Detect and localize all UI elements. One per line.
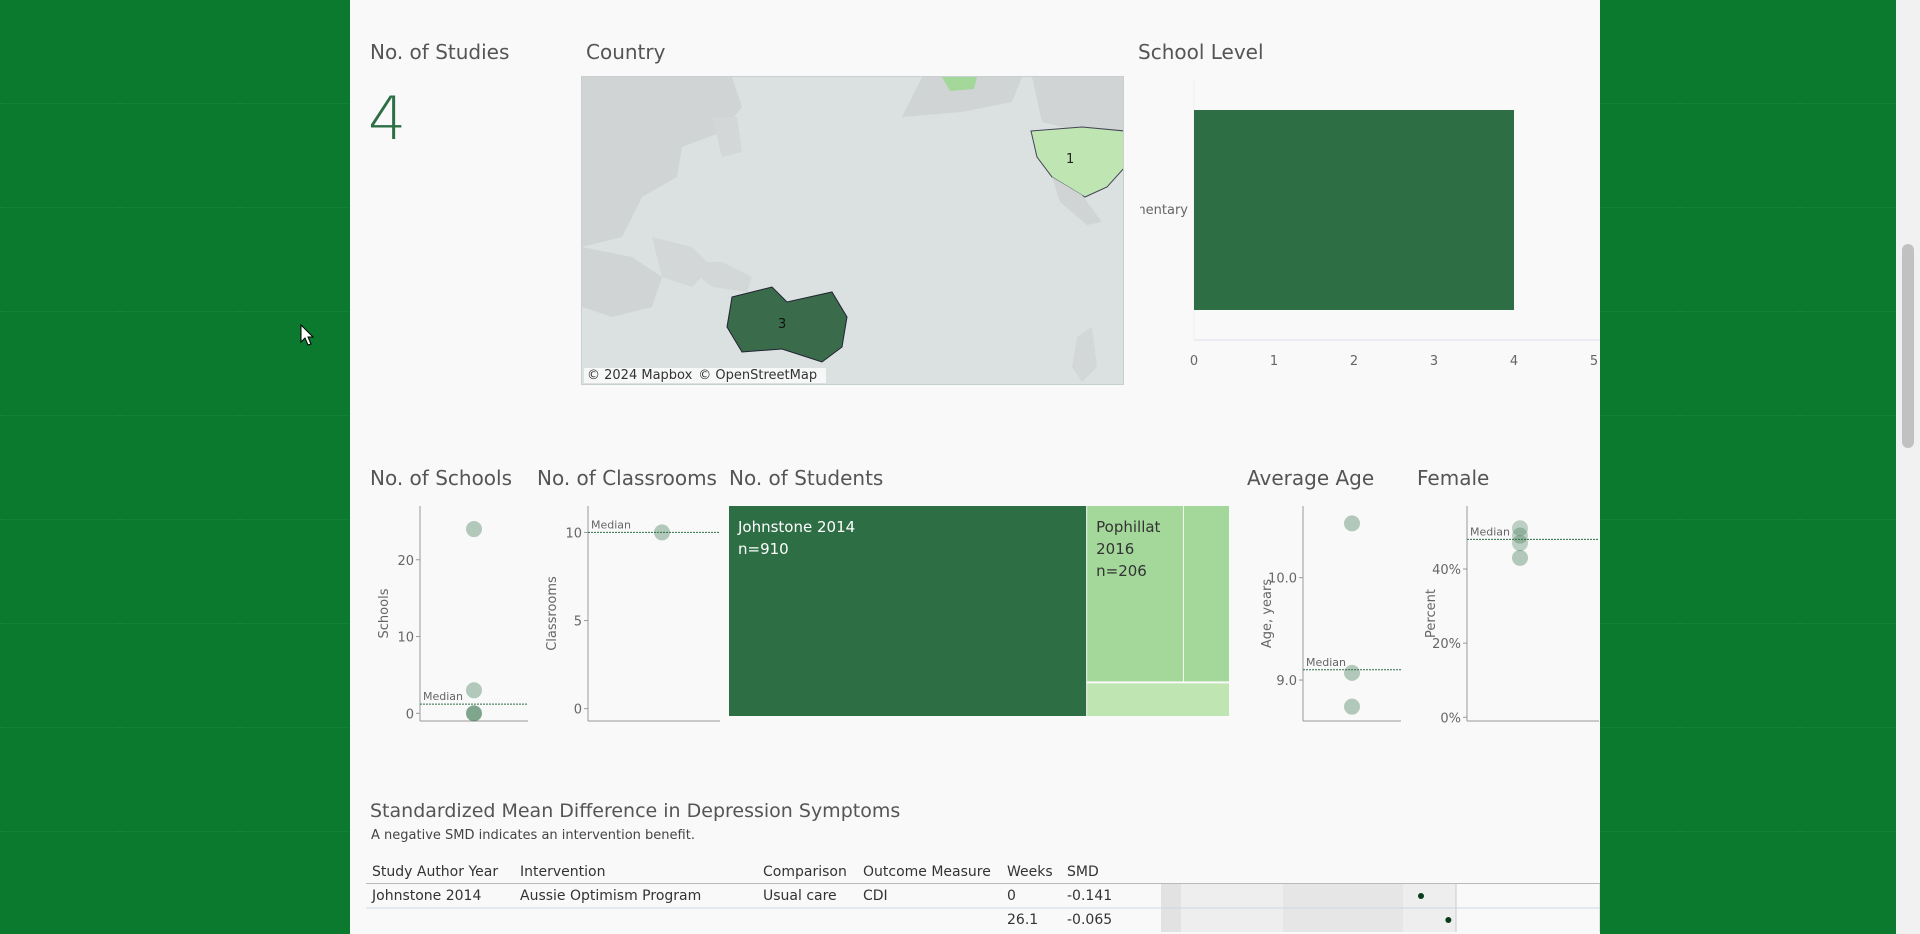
new-zealand-land [1072, 327, 1097, 382]
y-tick-label: 40% [1432, 563, 1461, 578]
age-title: Average Age [1247, 466, 1375, 490]
school-level-title: School Level [1138, 40, 1264, 64]
data-point [1512, 535, 1528, 552]
smd-title: Standardized Mean Difference in Depressi… [370, 800, 901, 822]
mapbox-attribution[interactable]: © 2024 Mapbox [587, 368, 692, 383]
x-tick-label: 2 [1350, 354, 1358, 369]
treemap-cell [729, 506, 1087, 716]
dashboard-panel: No. of Studies 4 Country 1 3 © 2024 Mapb… [350, 0, 1600, 934]
y-tick-label: 0% [1440, 711, 1461, 726]
y-tick-label: 5 [574, 615, 582, 630]
data-point [466, 682, 482, 699]
classrooms-title: No. of Classrooms [537, 466, 717, 490]
x-tick-label: 1 [1270, 354, 1278, 369]
data-point [1512, 549, 1528, 566]
col-study[interactable]: Study Author Year [372, 864, 498, 880]
map-attribution[interactable]: © 2024 Mapbox © OpenStreetMap [584, 368, 827, 383]
x-tick-label: 4 [1510, 354, 1518, 369]
col-smd[interactable]: SMD [1067, 864, 1099, 880]
age-chart[interactable]: 10.09.0Age, yearsMedian [1243, 496, 1403, 726]
y-tick-label: 10 [397, 631, 414, 646]
median-label: Median [423, 690, 463, 703]
treemap-label: Pophillat [1096, 518, 1160, 536]
data-point [466, 705, 482, 722]
smd-subtitle: A negative SMD indicates an intervention… [371, 828, 695, 843]
y-tick-label: 9.0 [1276, 674, 1297, 689]
y-axis-label: Age, years [1260, 579, 1275, 648]
female-chart[interactable]: 40% 20% 0% Percent Median [1413, 496, 1600, 726]
y-tick-label: 0 [406, 707, 414, 722]
median-label: Median [591, 518, 631, 531]
col-outcome[interactable]: Outcome Measure [863, 864, 991, 880]
page-scrollbar[interactable] [1896, 0, 1920, 934]
data-point [654, 524, 670, 541]
treemap-cell [1087, 683, 1229, 716]
osm-attribution[interactable]: © OpenStreetMap [698, 368, 817, 383]
schools-chart[interactable]: 20 10 0 Schools Median [360, 496, 530, 726]
median-label: Median [1470, 525, 1510, 538]
x-tick-label: 3 [1430, 354, 1438, 369]
treemap-label: n=910 [738, 540, 789, 558]
usa-count-label: 1 [1066, 152, 1074, 167]
country-title: Country [586, 40, 666, 64]
col-intervention[interactable]: Intervention [520, 864, 605, 880]
students-title: No. of Students [729, 466, 884, 490]
smd-point [1418, 893, 1424, 899]
forest-plot [366, 884, 1600, 932]
studies-title: No. of Studies [370, 40, 510, 64]
y-tick-label: 20% [1432, 637, 1461, 652]
y-axis-label: Schools [377, 588, 392, 638]
treemap-label: n=206 [1096, 562, 1147, 580]
treemap-label: 2016 [1096, 540, 1134, 558]
scrollbar-thumb[interactable] [1902, 244, 1914, 448]
col-weeks[interactable]: Weeks [1007, 864, 1053, 880]
students-treemap[interactable]: Johnstone 2014 n=910 Pophillat 2016 n=206 [729, 506, 1229, 718]
x-tick-label: 0 [1190, 354, 1198, 369]
treemap-cell [1183, 506, 1229, 682]
japan-land [712, 117, 742, 157]
y-tick-label: 10 [565, 526, 582, 541]
data-point [1344, 664, 1360, 681]
category-label: Elementary [1140, 203, 1188, 218]
usa-region[interactable] [1030, 126, 1124, 198]
school-level-chart[interactable]: Elementary 0 1 2 3 4 5 [1140, 70, 1600, 380]
data-point [466, 521, 482, 538]
smd-header-row: Study Author Year Intervention Compariso… [366, 862, 1600, 884]
y-axis-label: Classrooms [545, 576, 560, 651]
smd-point [1445, 917, 1452, 923]
asia-south-land [582, 247, 662, 317]
col-comparison[interactable]: Comparison [763, 864, 847, 880]
y-tick-label: 0 [574, 703, 582, 718]
australia-region[interactable] [726, 286, 848, 363]
classrooms-chart[interactable]: 10 5 0 Classrooms Median [532, 496, 722, 726]
australia-count-label: 3 [778, 317, 786, 332]
data-point [1344, 515, 1360, 532]
studies-count: 4 [368, 84, 407, 154]
female-title: Female [1417, 466, 1490, 490]
y-tick-label: 20 [397, 554, 414, 569]
asia-land [582, 77, 742, 247]
country-map[interactable]: 1 3 © 2024 Mapbox © OpenStreetMap [581, 76, 1124, 385]
x-tick-label: 5 [1590, 354, 1598, 369]
treemap-label: Johnstone 2014 [737, 518, 855, 536]
mouse-cursor-icon [300, 324, 315, 346]
map-shapes: 1 3 [582, 77, 1124, 382]
y-axis-label: Percent [1424, 589, 1439, 638]
bar [1194, 110, 1514, 310]
schools-title: No. of Schools [370, 466, 513, 490]
data-point [1344, 698, 1360, 715]
median-label: Median [1306, 656, 1346, 669]
